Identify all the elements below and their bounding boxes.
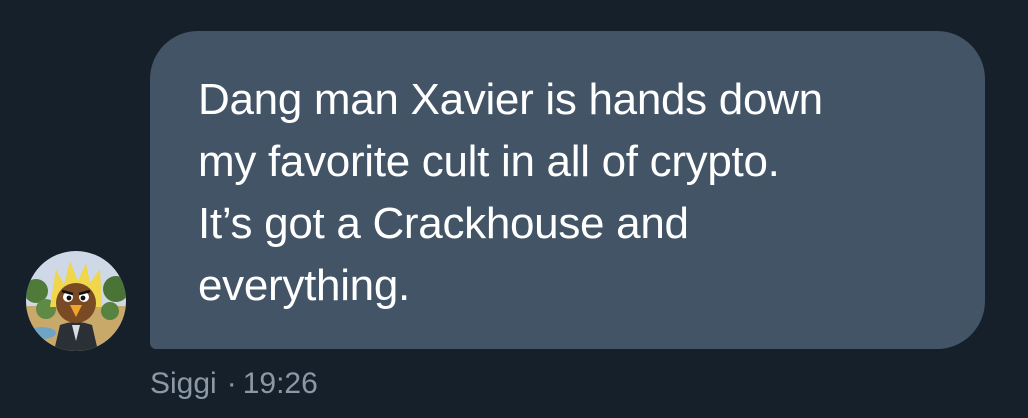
sender-name: Siggi bbox=[150, 367, 217, 400]
cartoon-bird-avatar-icon bbox=[26, 251, 126, 351]
meta-separator: · bbox=[226, 367, 237, 400]
message-timestamp: 19:26 bbox=[242, 367, 318, 400]
sender-avatar[interactable] bbox=[26, 251, 126, 351]
dm-conversation: Dang man Xavier is hands down my favorit… bbox=[0, 0, 1028, 418]
message-meta: Siggi · 19:26 bbox=[150, 364, 318, 404]
message-bubble[interactable]: Dang man Xavier is hands down my favorit… bbox=[150, 31, 985, 349]
message-text: Dang man Xavier is hands down my favorit… bbox=[198, 75, 823, 310]
